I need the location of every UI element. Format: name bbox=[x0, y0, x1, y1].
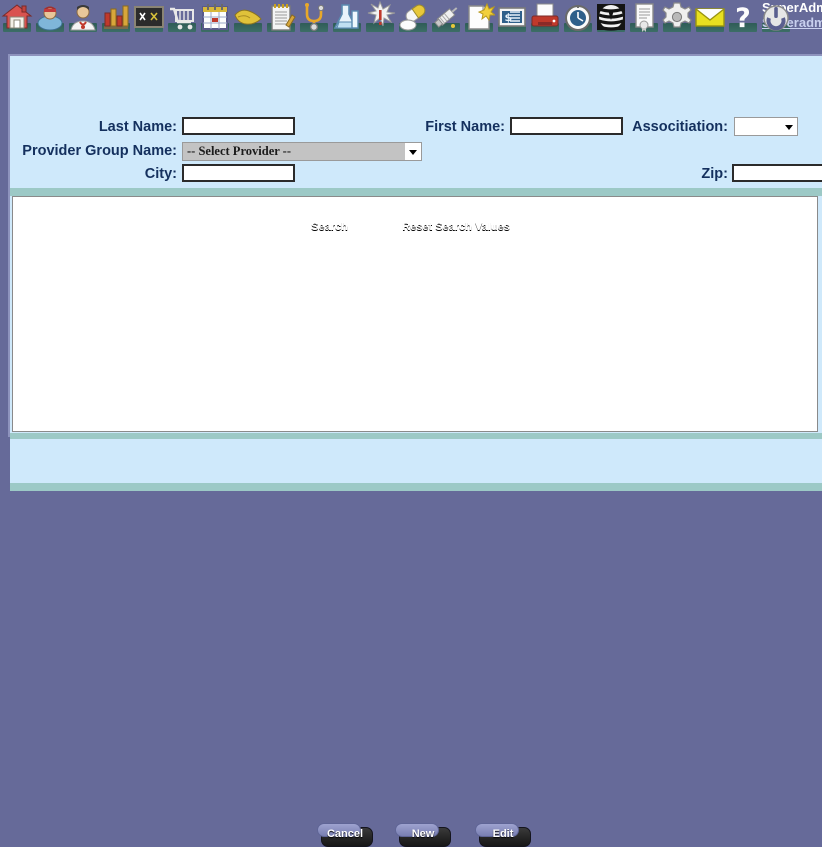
help-question-icon[interactable]: ? bbox=[727, 1, 759, 33]
home-icon[interactable] bbox=[1, 1, 33, 33]
alert-star-icon[interactable] bbox=[364, 1, 396, 33]
blackboard-icon-glyph bbox=[133, 1, 165, 33]
zebra-icon[interactable] bbox=[595, 1, 627, 33]
city-input[interactable] bbox=[182, 164, 295, 182]
cancel-button-label: Cancel bbox=[317, 828, 373, 840]
stethoscope-icon-glyph bbox=[298, 1, 330, 33]
svg-text:?: ? bbox=[735, 3, 751, 33]
search-criteria-area: Last Name: First Name: Associtiation: Pr… bbox=[10, 56, 822, 188]
edit-button[interactable]: Edit bbox=[475, 823, 531, 847]
shopping-cart-icon-glyph bbox=[166, 1, 198, 33]
chevron-down-icon bbox=[781, 118, 797, 135]
zip-input[interactable] bbox=[732, 164, 822, 182]
lab-flask-icon[interactable] bbox=[331, 1, 363, 33]
new-button[interactable]: New bbox=[395, 823, 451, 847]
patient-icon-glyph bbox=[34, 1, 66, 33]
pills-icon-glyph bbox=[397, 1, 429, 33]
new-button-label: New bbox=[395, 828, 451, 840]
search-button-label: Search bbox=[298, 220, 361, 234]
organ-liver-icon-glyph bbox=[232, 1, 264, 33]
certificate-icon-glyph bbox=[628, 1, 660, 33]
alert-star-icon-glyph bbox=[364, 1, 396, 33]
calendar-icon[interactable] bbox=[199, 1, 231, 33]
printer-icon-glyph bbox=[529, 1, 561, 33]
provider-group-name-select[interactable]: -- Select Provider -- bbox=[182, 142, 422, 161]
calendar-icon-glyph bbox=[199, 1, 231, 33]
charts-books-icon[interactable] bbox=[100, 1, 132, 33]
clock-icon-glyph bbox=[562, 1, 594, 33]
association-select[interactable] bbox=[734, 117, 798, 136]
doctor-icon-glyph bbox=[67, 1, 99, 33]
zebra-icon-glyph bbox=[595, 1, 627, 33]
footer-action-bar: Cancel New Edit bbox=[10, 439, 822, 483]
svg-text:$: $ bbox=[505, 11, 513, 24]
help-question-icon-glyph: ? bbox=[727, 1, 759, 33]
main-toolbar: $ bbox=[0, 0, 822, 36]
billing-icon-glyph: $ bbox=[496, 1, 528, 33]
last-name-input[interactable] bbox=[182, 117, 295, 135]
syringe-icon[interactable] bbox=[430, 1, 462, 33]
first-name-label: First Name: bbox=[340, 119, 505, 135]
envelope-icon-glyph bbox=[694, 1, 726, 33]
edit-button-label: Edit bbox=[475, 828, 531, 840]
envelope-icon[interactable] bbox=[694, 1, 726, 33]
new-document-icon-glyph bbox=[463, 1, 495, 33]
city-label: City: bbox=[12, 166, 177, 182]
notepad-icon[interactable] bbox=[265, 1, 297, 33]
reset-search-values-button-label: Reset Search Values bbox=[373, 220, 539, 234]
syringe-icon-glyph bbox=[430, 1, 462, 33]
association-label: Associtiation: bbox=[570, 119, 728, 135]
stethoscope-icon[interactable] bbox=[298, 1, 330, 33]
results-divider bbox=[10, 188, 822, 196]
cancel-button[interactable]: Cancel bbox=[317, 823, 373, 847]
new-document-icon[interactable] bbox=[463, 1, 495, 33]
patient-icon[interactable] bbox=[34, 1, 66, 33]
gear-icon-glyph bbox=[661, 1, 693, 33]
provider-search-panel: Last Name: First Name: Associtiation: Pr… bbox=[8, 54, 822, 437]
notepad-icon-glyph bbox=[265, 1, 297, 33]
clock-icon[interactable] bbox=[562, 1, 594, 33]
certificate-icon[interactable] bbox=[628, 1, 660, 33]
provider-group-name-select-value: -- Select Provider -- bbox=[183, 144, 405, 159]
gear-icon[interactable] bbox=[661, 1, 693, 33]
charts-books-icon-glyph bbox=[100, 1, 132, 33]
last-name-label: Last Name: bbox=[12, 119, 177, 135]
power-icon-glyph bbox=[760, 1, 792, 33]
doctor-icon[interactable] bbox=[67, 1, 99, 33]
home-icon-glyph bbox=[1, 1, 33, 33]
organ-liver-icon[interactable] bbox=[232, 1, 264, 33]
provider-group-name-label: Provider Group Name: bbox=[12, 143, 177, 159]
billing-icon[interactable]: $ bbox=[496, 1, 528, 33]
blackboard-icon[interactable] bbox=[133, 1, 165, 33]
chevron-down-icon bbox=[405, 143, 421, 160]
lab-flask-icon-glyph bbox=[331, 1, 363, 33]
footer-divider-bottom bbox=[10, 483, 822, 491]
zip-label: Zip: bbox=[570, 166, 728, 182]
shopping-cart-icon[interactable] bbox=[166, 1, 198, 33]
pills-icon[interactable] bbox=[397, 1, 429, 33]
power-icon[interactable] bbox=[760, 1, 792, 33]
printer-icon[interactable] bbox=[529, 1, 561, 33]
